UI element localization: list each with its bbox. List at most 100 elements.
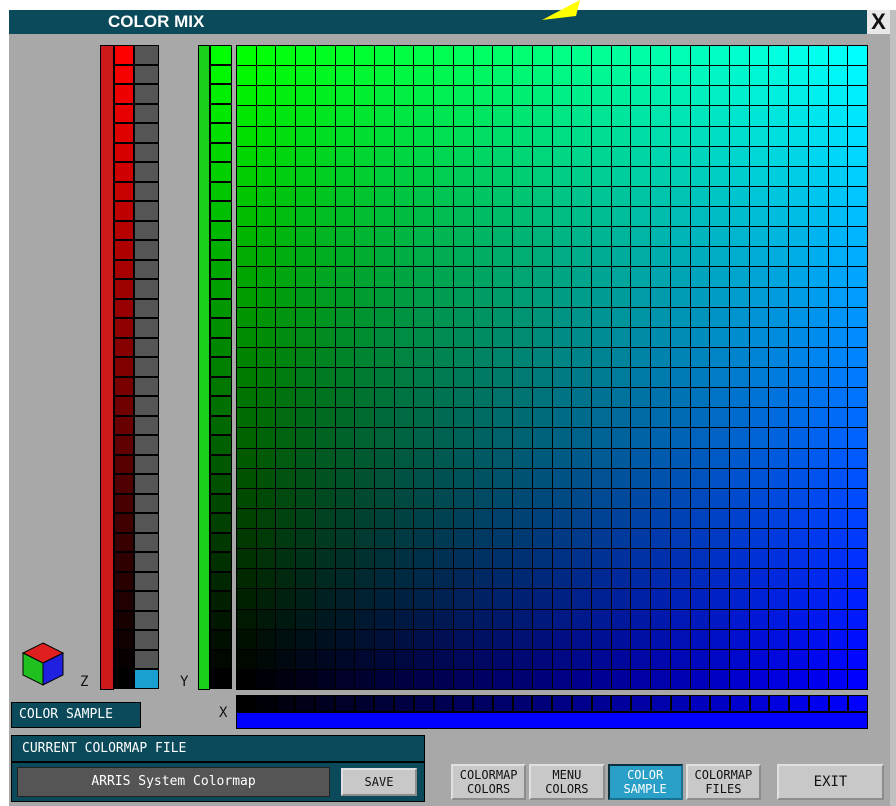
- y-strip-cell[interactable]: [210, 591, 232, 611]
- z-strip-cell[interactable]: [114, 376, 134, 396]
- grid-cell[interactable]: [710, 428, 730, 449]
- grid-cell[interactable]: [394, 267, 415, 288]
- grid-cell[interactable]: [256, 569, 277, 590]
- grid-cell[interactable]: [394, 408, 415, 429]
- grid-cell[interactable]: [453, 126, 474, 147]
- grid-cell[interactable]: [848, 227, 868, 248]
- grid-cell[interactable]: [729, 126, 750, 147]
- grid-cell[interactable]: [749, 368, 770, 389]
- grid-cell[interactable]: [690, 207, 711, 228]
- grid-cell[interactable]: [710, 247, 730, 268]
- x-strip-cell[interactable]: [710, 695, 730, 712]
- grid-cell[interactable]: [769, 368, 790, 389]
- grid-cell[interactable]: [513, 126, 533, 147]
- grid-cell[interactable]: [493, 227, 514, 248]
- grid-cell[interactable]: [256, 126, 277, 147]
- grid-cell[interactable]: [749, 408, 770, 429]
- grid-cell[interactable]: [276, 609, 297, 630]
- y-strip-cell[interactable]: [210, 532, 232, 552]
- z-selector-cell[interactable]: [134, 279, 159, 299]
- grid-cell[interactable]: [789, 368, 809, 389]
- grid-cell[interactable]: [552, 368, 573, 389]
- z-selector-cell[interactable]: [134, 493, 159, 513]
- grid-cell[interactable]: [493, 186, 514, 207]
- tab-colormap-files[interactable]: COLORMAP FILES: [685, 764, 761, 800]
- grid-cell[interactable]: [710, 529, 730, 550]
- grid-cell[interactable]: [651, 569, 671, 590]
- grid-cell[interactable]: [237, 86, 257, 107]
- grid-cell[interactable]: [394, 609, 415, 630]
- grid-cell[interactable]: [591, 66, 612, 87]
- grid-cell[interactable]: [473, 448, 494, 469]
- tab-color-sample[interactable]: COLOR SAMPLE: [607, 764, 683, 800]
- grid-cell[interactable]: [808, 609, 829, 630]
- grid-cell[interactable]: [513, 368, 533, 389]
- grid-cell[interactable]: [296, 428, 316, 449]
- grid-cell[interactable]: [296, 368, 316, 389]
- grid-cell[interactable]: [394, 428, 415, 449]
- grid-cell[interactable]: [552, 549, 573, 570]
- z-selector-cell[interactable]: [134, 337, 159, 357]
- grid-cell[interactable]: [769, 46, 790, 67]
- grid-cell[interactable]: [729, 307, 750, 328]
- grid-cell[interactable]: [296, 46, 316, 67]
- grid-cell[interactable]: [315, 649, 336, 670]
- grid-cell[interactable]: [808, 347, 829, 368]
- grid-cell[interactable]: [789, 609, 809, 630]
- grid-cell[interactable]: [651, 227, 671, 248]
- grid-cell[interactable]: [296, 649, 316, 670]
- grid-cell[interactable]: [513, 207, 533, 228]
- z-strip-cell[interactable]: [114, 123, 134, 143]
- grid-cell[interactable]: [690, 287, 711, 308]
- grid-cell[interactable]: [808, 146, 829, 167]
- grid-cell[interactable]: [256, 529, 277, 550]
- grid-cell[interactable]: [690, 86, 711, 107]
- grid-cell[interactable]: [276, 106, 297, 127]
- grid-cell[interactable]: [848, 186, 868, 207]
- grid-cell[interactable]: [434, 569, 454, 590]
- grid-cell[interactable]: [572, 649, 592, 670]
- grid-cell[interactable]: [828, 508, 849, 529]
- grid-cell[interactable]: [453, 186, 474, 207]
- y-strip-cell[interactable]: [210, 474, 232, 494]
- grid-cell[interactable]: [493, 86, 514, 107]
- grid-cell[interactable]: [848, 388, 868, 409]
- grid-cell[interactable]: [394, 287, 415, 308]
- grid-cell[interactable]: [572, 106, 592, 127]
- grid-cell[interactable]: [789, 126, 809, 147]
- grid-cell[interactable]: [789, 669, 809, 690]
- grid-cell[interactable]: [335, 649, 356, 670]
- z-selector-cell[interactable]: [134, 376, 159, 396]
- grid-cell[interactable]: [729, 267, 750, 288]
- grid-cell[interactable]: [375, 428, 395, 449]
- z-selector-cell[interactable]: [134, 220, 159, 240]
- grid-cell[interactable]: [296, 408, 316, 429]
- y-strip-cell[interactable]: [210, 357, 232, 377]
- grid-cell[interactable]: [355, 609, 376, 630]
- grid-cell[interactable]: [335, 529, 356, 550]
- y-strip-cell[interactable]: [210, 493, 232, 513]
- grid-cell[interactable]: [513, 408, 533, 429]
- grid-cell[interactable]: [690, 146, 711, 167]
- grid-cell[interactable]: [729, 589, 750, 610]
- grid-cell[interactable]: [591, 186, 612, 207]
- grid-cell[interactable]: [729, 428, 750, 449]
- grid-cell[interactable]: [749, 307, 770, 328]
- grid-cell[interactable]: [355, 126, 376, 147]
- grid-cell[interactable]: [789, 408, 809, 429]
- y-strip-cell[interactable]: [210, 103, 232, 123]
- grid-cell[interactable]: [296, 327, 316, 348]
- grid-cell[interactable]: [808, 368, 829, 389]
- grid-cell[interactable]: [453, 207, 474, 228]
- grid-cell[interactable]: [237, 146, 257, 167]
- grid-cell[interactable]: [769, 569, 790, 590]
- grid-cell[interactable]: [572, 609, 592, 630]
- grid-cell[interactable]: [355, 629, 376, 650]
- grid-cell[interactable]: [453, 428, 474, 449]
- grid-cell[interactable]: [572, 529, 592, 550]
- grid-cell[interactable]: [434, 207, 454, 228]
- grid-cell[interactable]: [276, 629, 297, 650]
- grid-cell[interactable]: [828, 247, 849, 268]
- grid-cell[interactable]: [729, 227, 750, 248]
- grid-cell[interactable]: [473, 649, 494, 670]
